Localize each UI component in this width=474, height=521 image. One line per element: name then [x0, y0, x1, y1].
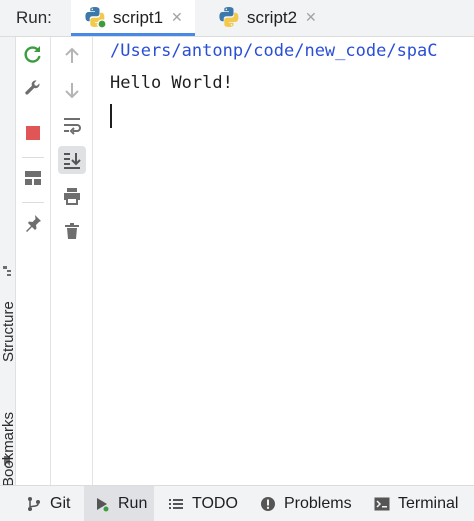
console-command-line: /Users/antonp/code/new_code/spaC — [110, 41, 438, 61]
terminal-icon — [374, 497, 390, 510]
problems-icon — [261, 496, 275, 511]
todo-label: TODO — [192, 494, 238, 512]
console-output-line: Hello World! — [110, 73, 233, 93]
toolbar-divider — [22, 202, 44, 203]
stop-icon — [26, 126, 40, 140]
trash-icon — [65, 223, 79, 239]
printer-icon — [64, 188, 80, 205]
soft-wrap-button[interactable] — [58, 111, 86, 139]
edit-configuration-button[interactable] — [19, 74, 47, 102]
arrow-up-icon — [65, 47, 79, 63]
print-button[interactable] — [58, 182, 86, 210]
pin-icon — [26, 215, 41, 232]
clear-all-button[interactable] — [58, 217, 86, 245]
problems-label: Problems — [284, 494, 352, 512]
scroll-to-end-button[interactable] — [58, 146, 86, 174]
tab-label: script2 — [247, 8, 298, 27]
pin-tab-button[interactable] — [19, 209, 47, 237]
stop-button[interactable] — [19, 119, 47, 147]
scroll-down-button[interactable] — [58, 76, 86, 104]
bottom-tool-bar: Git Run TODO Problems Terminal — [0, 485, 474, 521]
rerun-button[interactable] — [19, 40, 47, 68]
wrench-icon — [25, 80, 40, 95]
git-branch-icon — [28, 496, 40, 511]
layout-button[interactable] — [19, 164, 47, 192]
bookmarks-tab[interactable]: Bookmarks — [0, 397, 17, 487]
python-icon — [85, 7, 107, 29]
arrow-down-icon — [65, 83, 79, 99]
toolbar-divider — [22, 157, 44, 158]
structure-tab[interactable]: Structure — [0, 292, 17, 362]
scroll-up-button[interactable] — [58, 42, 86, 70]
tab-script1[interactable]: script1 ✕ — [71, 0, 195, 36]
git-label: Git — [50, 494, 71, 512]
tab-label: script1 — [113, 8, 164, 27]
run-icon — [97, 497, 110, 512]
console-output[interactable]: /Users/antonp/code/new_code/spaC Hello W… — [94, 37, 474, 485]
scroll-to-end-icon — [64, 153, 81, 169]
structure-icon — [3, 266, 11, 276]
run-label: Run: — [16, 8, 52, 27]
left-tool-stripe: Structure Bookmarks — [0, 37, 17, 487]
run-primary-toolbar — [16, 37, 51, 485]
terminal-tool-button[interactable]: Terminal — [366, 486, 472, 521]
close-icon[interactable]: ✕ — [305, 9, 317, 26]
problems-tool-button[interactable]: Problems — [252, 486, 360, 521]
soft-wrap-icon — [64, 118, 81, 135]
text-caret — [110, 104, 112, 128]
layout-icon — [25, 171, 41, 185]
run-tool-button[interactable]: Run — [84, 486, 154, 521]
tab-script2[interactable]: script2 ✕ — [205, 0, 323, 36]
close-icon[interactable]: ✕ — [171, 9, 183, 26]
todo-tool-button[interactable]: TODO — [160, 486, 246, 521]
git-tool-button[interactable]: Git — [20, 486, 84, 521]
console-toolbar — [51, 37, 93, 485]
terminal-label: Terminal — [398, 494, 459, 512]
rerun-icon — [24, 46, 41, 63]
run-tool-window-header: Run: script1 ✕ script2 ✕ — [0, 0, 474, 37]
python-icon — [219, 7, 239, 27]
todo-list-icon — [169, 498, 183, 509]
run-label: Run — [118, 494, 148, 512]
